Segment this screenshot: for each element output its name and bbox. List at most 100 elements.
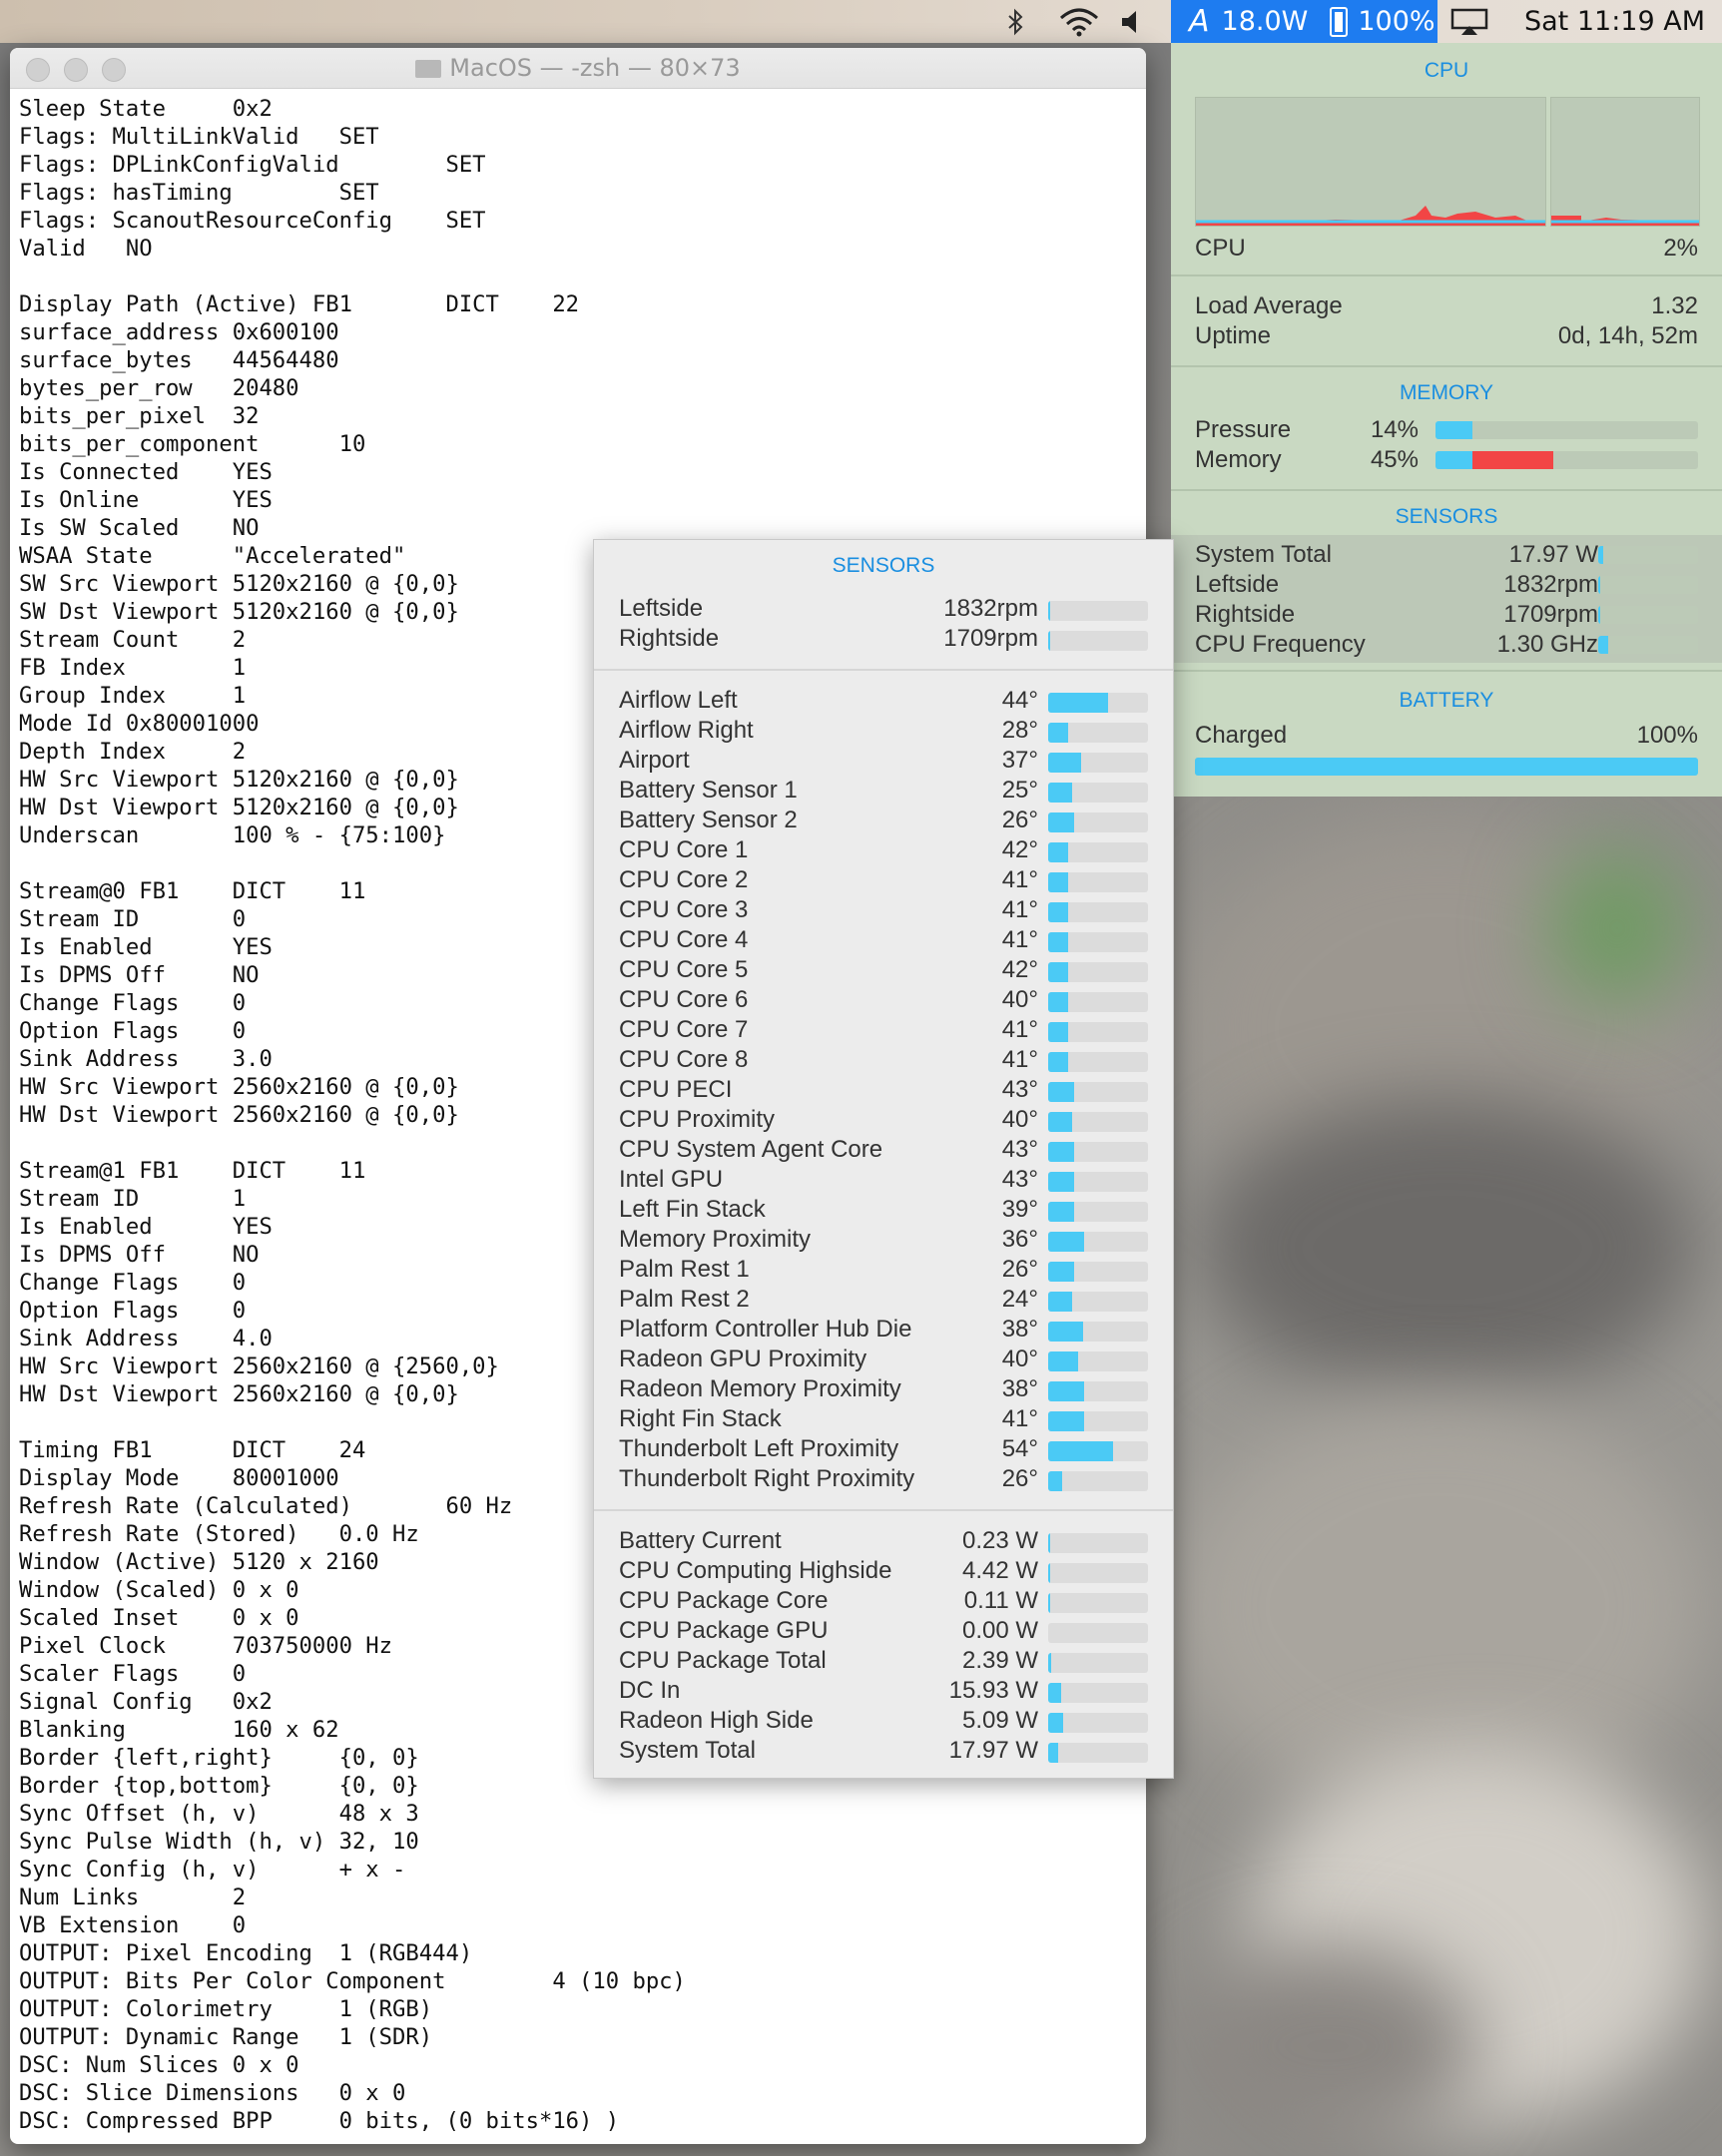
terminal-titlebar[interactable]: MacOS — -zsh — 80×73: [10, 48, 1146, 89]
pressure-bar-fill: [1435, 421, 1472, 439]
sensor-bar: [1048, 1142, 1148, 1162]
sensor-bar: [1048, 1052, 1148, 1072]
sensor-label: CPU Core 8: [619, 1046, 749, 1073]
sensor-bar: [1048, 783, 1148, 803]
sensor-row[interactable]: CPU Core 7 41°: [619, 1016, 1148, 1046]
istat-sensor-row[interactable]: Leftside 1832rpm: [1195, 571, 1598, 601]
sensor-label: Radeon Memory Proximity: [619, 1375, 901, 1402]
sensor-row[interactable]: CPU Package Total 2.39 W: [619, 1647, 1148, 1677]
sensor-row[interactable]: Thunderbolt Left Proximity 54°: [619, 1435, 1148, 1465]
sensor-row[interactable]: System Total 17.97 W: [619, 1737, 1148, 1767]
sensor-row[interactable]: Palm Rest 1 26°: [619, 1256, 1148, 1286]
bluetooth-icon[interactable]: [1006, 0, 1036, 43]
sensor-row[interactable]: Leftside 1832rpm: [619, 595, 1148, 625]
zoom-button[interactable]: [102, 58, 126, 82]
sensor-row[interactable]: CPU Core 3 41°: [619, 896, 1148, 926]
sensor-row[interactable]: Airflow Left 44°: [619, 687, 1148, 717]
sensor-row[interactable]: Battery Sensor 2 26°: [619, 807, 1148, 836]
sensor-row[interactable]: Battery Current 0.23 W: [619, 1527, 1148, 1557]
sensor-value: 39°: [1001, 1196, 1038, 1223]
volume-icon[interactable]: [1118, 0, 1148, 43]
battery-readout: 100%: [1358, 6, 1435, 37]
memory-value: 45%: [1370, 446, 1419, 473]
sensor-label: Airflow Left: [619, 687, 738, 714]
cpu-usage-row: CPU 2%: [1195, 235, 1698, 265]
sensor-row[interactable]: CPU Package Core 0.11 W: [619, 1587, 1148, 1617]
pressure-label: Pressure: [1195, 416, 1292, 443]
sensor-row[interactable]: CPU Core 1 42°: [619, 836, 1148, 866]
istat-menu-extra[interactable]: A 18.0W 100%: [1171, 0, 1437, 43]
sensor-row[interactable]: Radeon Memory Proximity 38°: [619, 1375, 1148, 1405]
terminal-line: OUTPUT: Colorimetry 1 (RGB): [19, 1996, 433, 2022]
sensor-bar: [1048, 1653, 1148, 1673]
sensor-row[interactable]: Airflow Right 28°: [619, 717, 1148, 747]
sensor-label: CPU Core 1: [619, 836, 749, 863]
sensor-row[interactable]: DC In 15.93 W: [619, 1677, 1148, 1707]
sensor-row[interactable]: Memory Proximity 36°: [619, 1226, 1148, 1256]
sensor-row[interactable]: CPU Core 5 42°: [619, 956, 1148, 986]
sensor-row[interactable]: CPU Core 2 41°: [619, 866, 1148, 896]
minimize-button[interactable]: [64, 58, 88, 82]
sensor-row[interactable]: Palm Rest 2 24°: [619, 1286, 1148, 1316]
sensor-row[interactable]: CPU Core 4 41°: [619, 926, 1148, 956]
terminal-line: bits_per_component 10: [19, 431, 366, 457]
sensor-label: CPU Package Core: [619, 1587, 829, 1614]
sensor-row[interactable]: CPU PECI 43°: [619, 1076, 1148, 1106]
sensor-value: 44°: [1001, 687, 1038, 714]
sensor-row[interactable]: CPU Proximity 40°: [619, 1106, 1148, 1136]
sensor-row[interactable]: Left Fin Stack 39°: [619, 1196, 1148, 1226]
istat-sensor-row[interactable]: CPU Frequency 1.30 GHz: [1195, 631, 1598, 661]
sensor-value: 41°: [1001, 866, 1038, 893]
sensor-label: Battery Sensor 2: [619, 807, 798, 833]
sensor-row[interactable]: CPU Core 8 41°: [619, 1046, 1148, 1076]
sensor-value: 5.09 W: [961, 1707, 1038, 1734]
terminal-line: Display Path (Active) FB1 DICT 22: [19, 291, 580, 317]
sensor-bar-fill: [1598, 576, 1600, 594]
sensor-label: CPU System Agent Core: [619, 1136, 883, 1163]
pressure-value: 14%: [1370, 416, 1419, 443]
sensor-row[interactable]: Battery Sensor 1 25°: [619, 777, 1148, 807]
terminal-line: Is Online YES: [19, 487, 273, 513]
sensor-bar: [1048, 812, 1148, 832]
sensor-row[interactable]: Intel GPU 43°: [619, 1166, 1148, 1196]
sensor-label: Thunderbolt Right Proximity: [619, 1465, 915, 1492]
uptime-label: Uptime: [1195, 322, 1272, 349]
sensor-label: Radeon GPU Proximity: [619, 1346, 867, 1372]
terminal-line: DSC: Compressed BPP 0 bits, (0 bits*16) …: [19, 2108, 620, 2134]
sensor-row[interactable]: Platform Controller Hub Die 38°: [619, 1316, 1148, 1346]
sensor-bar-fill: [1048, 992, 1068, 1012]
sensor-label: CPU Core 6: [619, 986, 749, 1013]
clock[interactable]: Sat 11:19 AM: [1524, 0, 1714, 43]
sensor-bar-fill: [1048, 1232, 1084, 1252]
sensor-row[interactable]: Thunderbolt Right Proximity 26°: [619, 1465, 1148, 1495]
sensor-row[interactable]: CPU Core 6 40°: [619, 986, 1148, 1016]
sensor-label: Leftside: [619, 595, 704, 622]
sensor-row[interactable]: Right Fin Stack 41°: [619, 1405, 1148, 1435]
sensor-row[interactable]: Airport 37°: [619, 747, 1148, 777]
sensor-label: Leftside: [1195, 571, 1280, 598]
sensor-value: 1709rpm: [943, 625, 1038, 652]
sensor-row[interactable]: Rightside 1709rpm: [619, 625, 1148, 655]
sensor-row[interactable]: CPU Computing Highside 4.42 W: [619, 1557, 1148, 1587]
sensor-row[interactable]: Radeon High Side 5.09 W: [619, 1707, 1148, 1737]
sensor-bar: [1048, 1381, 1148, 1401]
sensor-value: 41°: [1001, 1046, 1038, 1073]
cpu-graph-cores: [1550, 97, 1700, 227]
sensor-value: 41°: [1001, 926, 1038, 953]
sensor-row[interactable]: CPU Package GPU 0.00 W: [619, 1617, 1148, 1647]
terminal-line: bytes_per_row 20480: [19, 375, 299, 401]
sensors-popover-title: SENSORS: [832, 554, 935, 577]
airplay-icon[interactable]: [1449, 0, 1495, 43]
istat-sensor-row[interactable]: Rightside 1709rpm: [1195, 601, 1598, 631]
sensor-label: CPU Frequency: [1195, 631, 1366, 658]
istat-sensor-row[interactable]: System Total 17.97 W: [1195, 541, 1598, 571]
sensor-row[interactable]: CPU System Agent Core 43°: [619, 1136, 1148, 1166]
wifi-icon[interactable]: [1058, 0, 1102, 43]
battery-value: 100%: [1636, 722, 1698, 749]
sensor-bar-fill: [1048, 601, 1050, 621]
cpu-graph: [1195, 97, 1546, 227]
sensor-bar-fill: [1048, 1411, 1084, 1431]
close-button[interactable]: [26, 58, 50, 82]
sensor-row[interactable]: Radeon GPU Proximity 40°: [619, 1346, 1148, 1375]
sensor-value: 4.42 W: [961, 1557, 1038, 1584]
